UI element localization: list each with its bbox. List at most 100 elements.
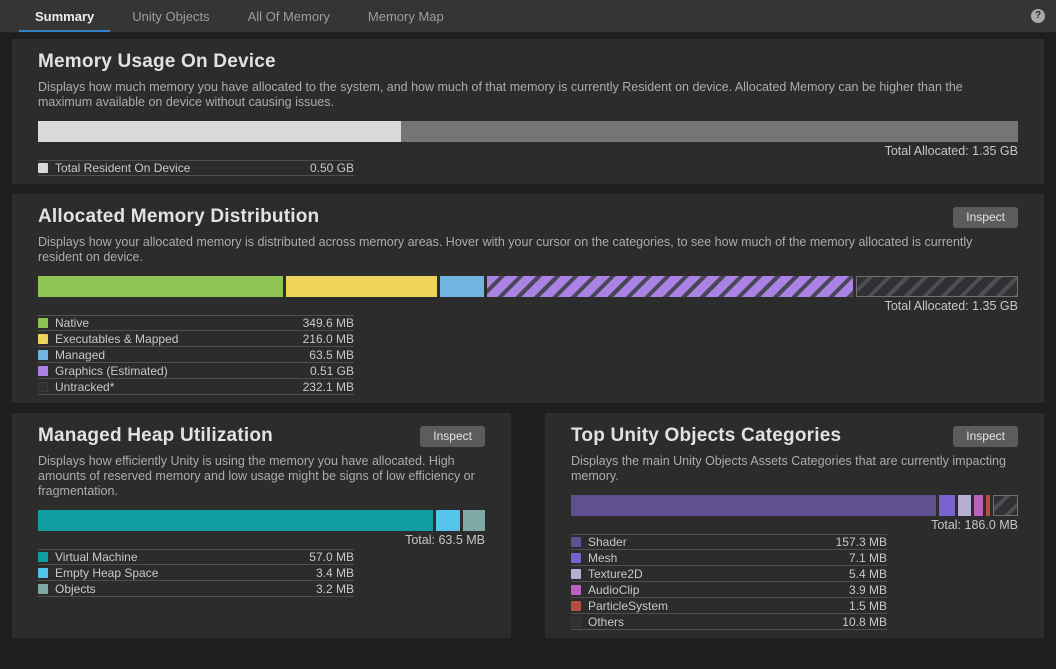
legend-swatch-total-resident-on-device xyxy=(38,163,48,173)
managed-heap-total-label: Total: 63.5 MB xyxy=(38,534,485,547)
legend-label: Graphics (Estimated) xyxy=(55,364,310,378)
legend-value: 57.0 MB xyxy=(309,550,354,564)
legend-swatch-executables-mapped xyxy=(38,334,48,344)
bar-segment-texture2d[interactable] xyxy=(958,495,971,516)
legend-row-native[interactable]: Native349.6 MB xyxy=(38,315,354,331)
legend-label: Empty Heap Space xyxy=(55,566,316,580)
legend-label: Managed xyxy=(55,348,309,362)
managed-heap-utilization-legend: Virtual Machine57.0 MBEmpty Heap Space3.… xyxy=(38,549,354,597)
legend-value: 232.1 MB xyxy=(303,380,354,394)
legend-value: 0.51 GB xyxy=(310,364,354,378)
legend-value: 5.4 MB xyxy=(849,567,887,581)
legend-value: 10.8 MB xyxy=(842,615,887,629)
tab-all-of-memory[interactable]: All Of Memory xyxy=(229,0,349,32)
allocated-memory-distribution-legend: Native349.6 MBExecutables & Mapped216.0 … xyxy=(38,315,354,395)
managed-heap-utilization-description: Displays how efficiently Unity is using … xyxy=(38,454,485,499)
legend-value: 1.5 MB xyxy=(849,599,887,613)
legend-value: 3.9 MB xyxy=(849,583,887,597)
bar-segment-shader[interactable] xyxy=(571,495,936,516)
legend-row-texture2d[interactable]: Texture2D5.4 MB xyxy=(571,566,887,582)
bar-segment-particlesystem[interactable] xyxy=(986,495,990,516)
top-unity-objects-categories-description: Displays the main Unity Objects Assets C… xyxy=(571,454,1018,484)
legend-label: Untracked* xyxy=(55,380,303,394)
bar-segment-mesh[interactable] xyxy=(939,495,955,516)
tab-summary-label: Summary xyxy=(35,9,94,24)
legend-label: Executables & Mapped xyxy=(55,332,303,346)
section-allocated-memory-distribution: Allocated Memory Distribution Inspect Di… xyxy=(12,194,1044,403)
tab-unity-objects[interactable]: Unity Objects xyxy=(113,0,228,32)
section-memory-usage-on-device: Memory Usage On Device Displays how much… xyxy=(12,39,1044,184)
memory-usage-on-device-legend: Total Resident On Device0.50 GB xyxy=(38,160,354,176)
legend-label: Shader xyxy=(588,535,836,549)
bar-segment-untracked[interactable] xyxy=(856,276,1018,297)
legend-value: 3.2 MB xyxy=(316,582,354,596)
legend-label: Mesh xyxy=(588,551,849,565)
legend-row-executables-mapped[interactable]: Executables & Mapped216.0 MB xyxy=(38,331,354,347)
legend-swatch-shader xyxy=(571,537,581,547)
managed-heap-utilization-title: Managed Heap Utilization xyxy=(38,425,273,446)
legend-label: Objects xyxy=(55,582,316,596)
allocated-memory-distribution-description: Displays how your allocated memory is di… xyxy=(38,235,1018,265)
tab-summary[interactable]: Summary xyxy=(16,0,113,32)
legend-swatch-particlesystem xyxy=(571,601,581,611)
legend-row-total-resident-on-device[interactable]: Total Resident On Device0.50 GB xyxy=(38,160,354,176)
managed-heap-utilization-bar[interactable] xyxy=(38,510,485,531)
help-icon[interactable]: ? xyxy=(1031,9,1045,23)
top-unity-objects-categories-title: Top Unity Objects Categories xyxy=(571,425,841,446)
legend-value: 7.1 MB xyxy=(849,551,887,565)
bar-segment-objects[interactable] xyxy=(463,510,485,531)
legend-value: 0.50 GB xyxy=(310,161,354,175)
section-top-unity-objects-categories: Top Unity Objects Categories Inspect Dis… xyxy=(545,413,1044,638)
legend-swatch-audioclip xyxy=(571,585,581,595)
allocated-memory-distribution-title: Allocated Memory Distribution xyxy=(38,206,319,227)
legend-label: Texture2D xyxy=(588,567,849,581)
bar-segment-audioclip[interactable] xyxy=(974,495,983,516)
memory-usage-on-device-description: Displays how much memory you have alloca… xyxy=(38,80,1018,110)
memory-usage-on-device-title: Memory Usage On Device xyxy=(38,51,276,72)
legend-swatch-native xyxy=(38,318,48,328)
legend-swatch-managed xyxy=(38,350,48,360)
legend-value: 3.4 MB xyxy=(316,566,354,580)
tab-all-of-memory-label: All Of Memory xyxy=(248,9,330,24)
bar-segment-empty-heap-space[interactable] xyxy=(436,510,460,531)
legend-value: 216.0 MB xyxy=(303,332,354,346)
tab-memory-map-label: Memory Map xyxy=(368,9,444,24)
top-unity-objects-categories-bar[interactable] xyxy=(571,495,1018,516)
inspect-button-managed-heap-utilization[interactable]: Inspect xyxy=(420,426,485,447)
tab-memory-map[interactable]: Memory Map xyxy=(349,0,463,32)
legend-row-audioclip[interactable]: AudioClip3.9 MB xyxy=(571,582,887,598)
legend-row-others[interactable]: Others10.8 MB xyxy=(571,614,887,630)
legend-row-graphics-estimated[interactable]: Graphics (Estimated)0.51 GB xyxy=(38,363,354,379)
tab-unity-objects-label: Unity Objects xyxy=(132,9,209,24)
inspect-button-top-unity-objects-categories[interactable]: Inspect xyxy=(953,426,1018,447)
legend-label: Virtual Machine xyxy=(55,550,309,564)
inspect-button-allocated-memory-distribution[interactable]: Inspect xyxy=(953,207,1018,228)
total-allocated-label: Total Allocated: 1.35 GB xyxy=(38,145,1018,158)
bar-segment-managed[interactable] xyxy=(440,276,484,297)
bar-segment-total-resident-on-device[interactable] xyxy=(38,121,401,142)
legend-row-particlesystem[interactable]: ParticleSystem1.5 MB xyxy=(571,598,887,614)
top-unity-objects-categories-legend: Shader157.3 MBMesh7.1 MBTexture2D5.4 MBA… xyxy=(571,534,887,630)
allocated-memory-distribution-bar[interactable] xyxy=(38,276,1018,297)
bar-segment-graphics-estimated[interactable] xyxy=(487,276,852,297)
legend-row-empty-heap-space[interactable]: Empty Heap Space3.4 MB xyxy=(38,565,354,581)
legend-row-shader[interactable]: Shader157.3 MB xyxy=(571,534,887,550)
top-unity-objects-total-label: Total: 186.0 MB xyxy=(571,519,1018,532)
bar-segment-remaining-allocated[interactable] xyxy=(401,121,1018,142)
legend-label: AudioClip xyxy=(588,583,849,597)
legend-row-untracked[interactable]: Untracked*232.1 MB xyxy=(38,379,354,395)
bar-segment-executables-mapped[interactable] xyxy=(286,276,437,297)
legend-label: Native xyxy=(55,316,303,330)
bar-segment-native[interactable] xyxy=(38,276,283,297)
legend-label: Others xyxy=(588,615,842,629)
legend-row-mesh[interactable]: Mesh7.1 MB xyxy=(571,550,887,566)
legend-swatch-untracked xyxy=(38,382,48,392)
bar-segment-virtual-machine[interactable] xyxy=(38,510,433,531)
section-managed-heap-utilization: Managed Heap Utilization Inspect Display… xyxy=(12,413,511,638)
legend-row-objects[interactable]: Objects3.2 MB xyxy=(38,581,354,597)
memory-usage-on-device-bar[interactable] xyxy=(38,121,1018,142)
bar-segment-others[interactable] xyxy=(993,495,1018,516)
tab-bar: Summary Unity Objects All Of Memory Memo… xyxy=(0,0,1056,33)
legend-row-virtual-machine[interactable]: Virtual Machine57.0 MB xyxy=(38,549,354,565)
legend-row-managed[interactable]: Managed63.5 MB xyxy=(38,347,354,363)
